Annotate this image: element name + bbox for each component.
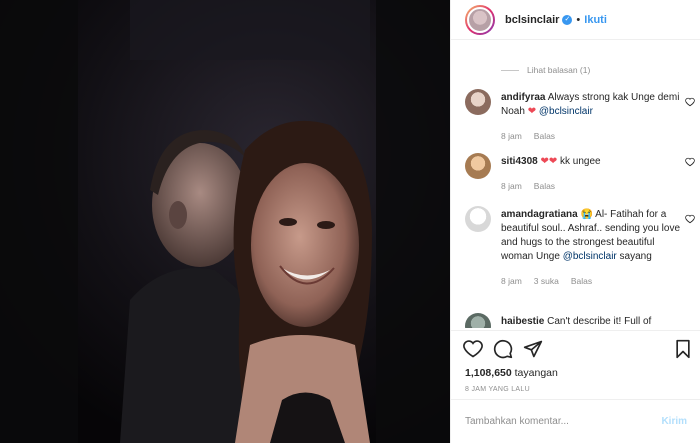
post-header: bclsinclair ✓ • Ikuti <box>451 0 700 40</box>
comment-mention[interactable]: @bclsinclair <box>563 251 617 262</box>
comment-mention[interactable]: @bclsinclair <box>539 106 593 117</box>
comment-text-after: kk ungee <box>560 156 601 167</box>
post-timestamp[interactable]: 8 JAM YANG LALU <box>465 386 530 393</box>
comment-time[interactable]: 8 jam <box>501 131 522 141</box>
view-replies-button[interactable]: Lihat balasan (1) <box>501 65 590 75</box>
post-actions: 1,108,650 tayangan 8 JAM YANG LALU Kirim <box>451 330 700 440</box>
comment-likes[interactable]: 3 suka <box>534 276 559 286</box>
commenter-avatar[interactable] <box>465 206 491 232</box>
heart-emoji: ❤❤ <box>540 156 558 167</box>
view-count[interactable]: 1,108,650 tayangan <box>465 367 558 379</box>
comment-text-after: sayang <box>616 251 652 262</box>
post-comment-button[interactable]: Kirim <box>661 416 687 427</box>
verified-badge-icon: ✓ <box>562 14 573 25</box>
save-bookmark-icon[interactable] <box>673 339 693 359</box>
header-username[interactable]: bclsinclair <box>505 14 559 26</box>
post-side-panel: bclsinclair ✓ • Ikuti Lihat balasan (1) … <box>450 0 700 443</box>
comment-username[interactable]: andifyraa <box>501 92 545 103</box>
reply-button[interactable]: Balas <box>534 181 555 191</box>
comment-body: andifyraa Always strong kak Unge demi No… <box>501 91 681 143</box>
comment-bubble-icon[interactable] <box>493 339 513 359</box>
comment-body: haibestie Can't describe it! Full of <box>501 315 681 328</box>
comment-text: Can't describe it! Full of <box>544 316 652 327</box>
video-frame-image <box>0 0 450 443</box>
profile-avatar[interactable] <box>465 4 495 35</box>
comment-body: amandagratiana 😭 Al- Fatihah for a beaut… <box>501 208 681 288</box>
like-comment-heart-icon[interactable] <box>685 97 695 107</box>
follow-button[interactable]: Ikuti <box>584 14 607 26</box>
like-comment-heart-icon[interactable] <box>685 214 695 224</box>
add-comment-bar: Kirim <box>451 399 700 442</box>
commenter-avatar[interactable] <box>465 153 491 179</box>
comment-username[interactable]: amandagratiana <box>501 209 578 220</box>
share-send-icon[interactable] <box>523 339 543 359</box>
view-count-number: 1,108,650 <box>465 367 512 379</box>
comment-username[interactable]: siti4308 <box>501 156 538 167</box>
reply-button[interactable]: Balas <box>571 276 592 286</box>
comment-meta: 8 jam 3 suka Balas <box>501 274 681 288</box>
comment-username[interactable]: haibestie <box>501 316 544 327</box>
header-separator: • <box>576 13 581 26</box>
comment-time[interactable]: 8 jam <box>501 181 522 191</box>
comment-body: siti4308 ❤❤ kk ungee 8 jam Balas <box>501 155 681 193</box>
comment-time[interactable]: 8 jam <box>501 276 522 286</box>
view-count-label: tayangan <box>514 367 558 379</box>
heart-emoji: ❤ <box>527 106 537 117</box>
comment-meta: 8 jam Balas <box>501 129 681 143</box>
commenter-avatar[interactable] <box>465 313 491 328</box>
reply-button[interactable]: Balas <box>534 131 555 141</box>
comment-meta: 8 jam Balas <box>501 179 681 193</box>
comments-list[interactable]: Lihat balasan (1) andifyraa Always stron… <box>451 41 700 328</box>
like-heart-icon[interactable] <box>463 339 483 359</box>
replies-divider <box>501 69 519 71</box>
video-player[interactable] <box>0 0 450 443</box>
comment-input[interactable] <box>465 415 662 427</box>
view-replies-label: Lihat balasan (1) <box>527 65 591 75</box>
commenter-avatar[interactable] <box>465 89 491 115</box>
like-comment-heart-icon[interactable] <box>685 157 695 167</box>
